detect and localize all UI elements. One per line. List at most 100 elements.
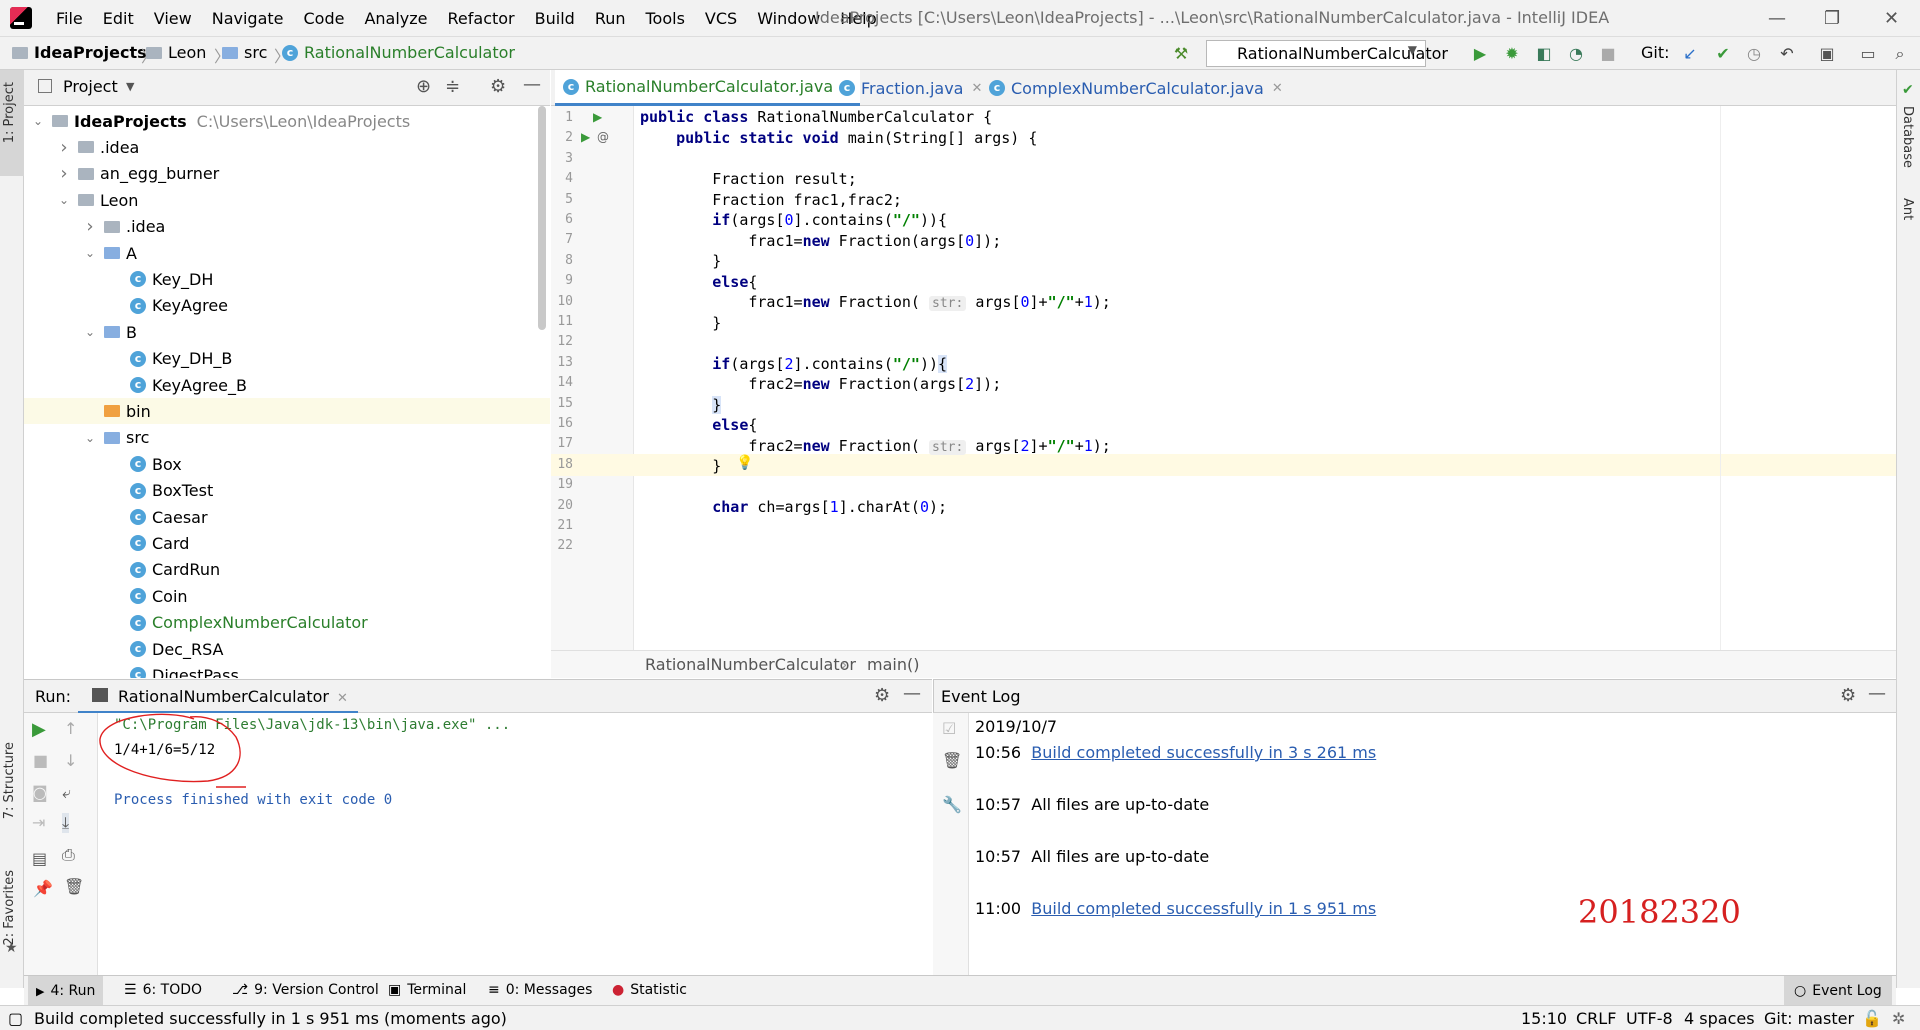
- menu-vcs[interactable]: VCS: [705, 9, 737, 28]
- run-icon[interactable]: ▶: [1471, 45, 1489, 63]
- tree-item[interactable]: c KeyAgree_B: [24, 372, 550, 398]
- gear-icon[interactable]: ⚙: [490, 76, 506, 97]
- git-branch[interactable]: Git: master: [1764, 1009, 1854, 1028]
- chevron-down-icon[interactable]: ⌄: [82, 246, 98, 260]
- tab-database[interactable]: Database: [1900, 106, 1915, 168]
- menu-file[interactable]: File: [56, 9, 83, 28]
- indent-setting[interactable]: 4 spaces: [1684, 1009, 1755, 1028]
- locate-icon[interactable]: ⊕: [416, 76, 431, 97]
- tree-item[interactable]: c Box: [24, 451, 550, 477]
- debug-icon[interactable]: ✹: [1503, 45, 1521, 63]
- menu-code[interactable]: Code: [304, 9, 345, 28]
- tab-ant[interactable]: Ant: [1900, 198, 1915, 220]
- layout-icon[interactable]: ▤: [32, 849, 47, 868]
- gear-icon[interactable]: ⚙: [874, 685, 890, 706]
- menu-tools[interactable]: Tools: [646, 9, 685, 28]
- tree-item[interactable]: ⌄ A: [24, 240, 550, 266]
- tree-item[interactable]: bin: [24, 398, 550, 425]
- tree-item[interactable]: c KeyAgree: [24, 293, 550, 319]
- line-separator[interactable]: CRLF: [1576, 1009, 1616, 1028]
- scrollbar-thumb[interactable]: [538, 106, 546, 330]
- override-gutter-icon[interactable]: @: [597, 130, 609, 144]
- chevron-down-icon[interactable]: ⌄: [30, 114, 46, 128]
- tab-rational-calculator[interactable]: cRationalNumberCalculator.java✕: [555, 70, 861, 106]
- menu-run[interactable]: Run: [595, 9, 626, 28]
- hide-panel-icon[interactable]: —: [1868, 683, 1886, 704]
- minimize-icon[interactable]: —: [1768, 8, 1786, 29]
- git-commit-icon[interactable]: ✔: [1714, 45, 1732, 63]
- run-gutter-icon[interactable]: ▶: [581, 130, 590, 144]
- chevron-right-icon[interactable]: ›: [56, 163, 72, 184]
- breadcrumb-root[interactable]: IdeaProjects: [12, 43, 147, 62]
- gear-icon[interactable]: ⚙: [1840, 685, 1856, 706]
- menu-window[interactable]: Window: [757, 9, 820, 28]
- tool-event-log[interactable]: ○ Event Log: [1784, 976, 1892, 1006]
- tree-item[interactable]: c BoxTest: [24, 478, 550, 504]
- tree-item[interactable]: ⌄ src: [24, 425, 550, 451]
- stop-icon[interactable]: ■: [1599, 45, 1617, 63]
- tab-fraction[interactable]: c Fraction.java ✕: [831, 70, 990, 106]
- tab-favorites[interactable]: 2: Favorites: [2, 870, 17, 946]
- build-hammer-icon[interactable]: ⚒: [1172, 45, 1190, 63]
- tool-todo[interactable]: ☰ 6: TODO: [124, 982, 202, 998]
- tree-item[interactable]: ⌄ IdeaProjects C:\Users\Leon\IdeaProjects: [24, 108, 550, 134]
- console-output[interactable]: "C:\Program Files\Java\jdk-13\bin\java.e…: [98, 713, 932, 975]
- rollback-icon[interactable]: ↶: [1778, 45, 1796, 63]
- chevron-right-icon[interactable]: ›: [82, 216, 98, 237]
- tool-terminal[interactable]: ▣ Terminal: [388, 982, 466, 998]
- history-icon[interactable]: ◷: [1745, 45, 1763, 63]
- tool-statistic[interactable]: ● Statistic: [612, 982, 687, 998]
- menu-edit[interactable]: Edit: [103, 9, 134, 28]
- tool-messages[interactable]: ≡ 0: Messages: [488, 982, 592, 998]
- tree-item[interactable]: c Card: [24, 530, 550, 556]
- tree-item[interactable]: c CardRun: [24, 557, 550, 583]
- wrench-icon[interactable]: 🔧: [942, 795, 962, 814]
- chevron-down-icon[interactable]: ▼: [126, 80, 134, 93]
- tree-item[interactable]: › an_egg_burner: [24, 161, 550, 187]
- tool-run[interactable]: ▶ 4: Run: [28, 976, 104, 1006]
- tree-item[interactable]: c Coin: [24, 583, 550, 609]
- soft-wrap-icon[interactable]: ⤶: [62, 783, 71, 803]
- chevron-down-icon[interactable]: ⌄: [56, 193, 72, 207]
- close-icon[interactable]: ✕: [1272, 81, 1283, 96]
- restore-icon[interactable]: ❐: [1824, 8, 1840, 29]
- arrow-down-icon[interactable]: ↓: [64, 751, 77, 770]
- inspector-icon[interactable]: ✲: [1892, 1009, 1905, 1028]
- trash-icon[interactable]: 🗑: [942, 751, 962, 770]
- menu-refactor[interactable]: Refactor: [448, 9, 515, 28]
- chevron-down-icon[interactable]: ⌄: [82, 431, 98, 445]
- tree-item[interactable]: ⌄ B: [24, 319, 550, 345]
- scroll-to-end-icon[interactable]: ⤓: [62, 813, 70, 833]
- tree-item[interactable]: c ComplexNumberCalculator: [24, 610, 550, 636]
- menu-analyze[interactable]: Analyze: [364, 9, 427, 28]
- chevron-down-icon[interactable]: ⌄: [82, 325, 98, 339]
- event-link[interactable]: Build completed successfully in 3 s 261 …: [1031, 743, 1376, 762]
- tree-item[interactable]: c Caesar: [24, 504, 550, 530]
- menu-build[interactable]: Build: [535, 9, 575, 28]
- tree-item[interactable]: c Dec_RSA: [24, 636, 550, 662]
- collapse-all-icon[interactable]: ≑: [445, 76, 460, 97]
- tree-item[interactable]: › .idea: [24, 134, 550, 160]
- close-window-icon[interactable]: ✕: [1884, 8, 1899, 29]
- event-link[interactable]: Build completed successfully in 1 s 951 …: [1031, 899, 1376, 918]
- tab-project[interactable]: 1: Project: [2, 82, 17, 143]
- chevron-right-icon[interactable]: ›: [56, 137, 72, 158]
- code-editor[interactable]: public class RationalNumberCalculator { …: [634, 106, 1896, 650]
- print-icon[interactable]: ⎙: [62, 845, 75, 865]
- tree-item[interactable]: c DigestPass: [24, 662, 550, 678]
- mark-read-icon[interactable]: ☑: [942, 719, 956, 738]
- menu-navigate[interactable]: Navigate: [212, 9, 284, 28]
- tab-complex-calculator[interactable]: c ComplexNumberCalculator.java ✕: [981, 70, 1291, 106]
- arrow-up-icon[interactable]: ↑: [64, 719, 77, 738]
- project-panel-title[interactable]: Project: [63, 77, 118, 96]
- caret-position[interactable]: 15:10: [1521, 1009, 1567, 1028]
- run-configuration-select[interactable]: RationalNumberCalculator ▼: [1206, 40, 1448, 67]
- stop-icon[interactable]: ■: [33, 751, 48, 770]
- lock-icon[interactable]: 🔓: [1862, 1009, 1882, 1028]
- tree-item[interactable]: ⌄ Leon: [24, 187, 550, 213]
- breadcrumb-class[interactable]: RationalNumberCalculator: [645, 655, 856, 674]
- tree-item[interactable]: c Key_DH_B: [24, 346, 550, 372]
- close-icon[interactable]: ✕: [337, 691, 348, 706]
- file-encoding[interactable]: UTF-8: [1626, 1009, 1673, 1028]
- tab-structure[interactable]: 7: Structure: [2, 742, 17, 819]
